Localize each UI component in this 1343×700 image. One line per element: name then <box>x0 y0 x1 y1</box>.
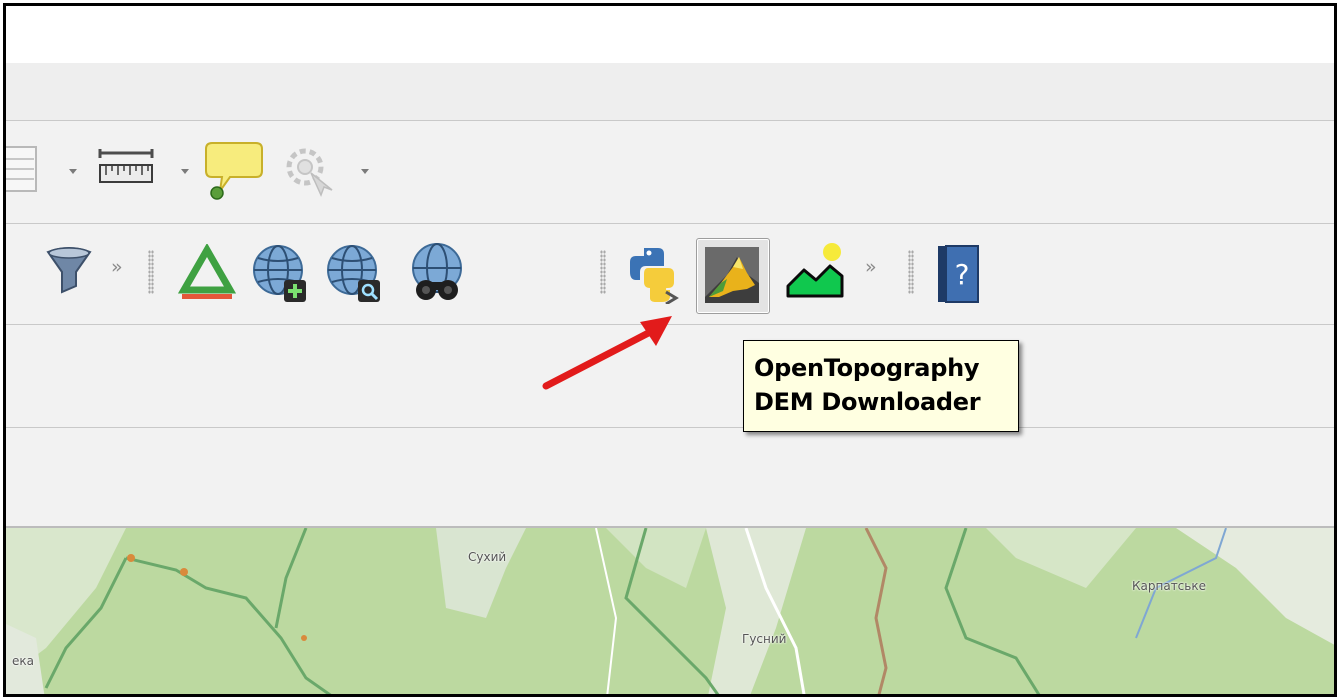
search-binoculars-icon[interactable] <box>406 242 468 308</box>
toolbar-row <box>6 428 1334 528</box>
screenshot-frame: » » ? Сухий Карпатське Гусний ека OpenTo… <box>3 3 1337 697</box>
terrain-profile-icon[interactable] <box>782 240 846 310</box>
map-label-village: Карпатське <box>1132 579 1206 593</box>
tooltip: OpenTopography DEM Downloader <box>743 340 1019 432</box>
title-bar <box>6 6 1334 63</box>
python-console-icon[interactable] <box>626 244 686 308</box>
toolbar-grip-handle[interactable] <box>600 250 606 294</box>
attributes-toolbar <box>6 121 1334 224</box>
toolbar-overflow-chevron[interactable]: » <box>865 256 877 278</box>
help-book-icon[interactable]: ? <box>934 244 980 308</box>
tooltip-line-2: DEM Downloader <box>754 388 981 416</box>
measure-ruler-icon[interactable] <box>98 149 156 193</box>
toolbar-overflow-chevron[interactable]: » <box>111 256 123 278</box>
add-wms-layer-icon[interactable] <box>250 242 312 308</box>
annotation-arrow <box>542 316 672 390</box>
identify-features-icon[interactable] <box>281 143 337 203</box>
digitize-triangle-icon[interactable] <box>177 242 237 306</box>
map-label-village: Гусний <box>742 632 787 646</box>
opentopography-dem-icon[interactable] <box>703 245 761 309</box>
annotation-callout-icon[interactable] <box>202 139 266 207</box>
toolbar-grip-handle[interactable] <box>148 250 154 294</box>
attribute-table-icon[interactable] <box>6 143 42 199</box>
map-label-village: Сухий <box>468 550 507 564</box>
toolbar-grip-handle[interactable] <box>908 250 914 294</box>
map-label-village: ека <box>12 654 34 668</box>
tooltip-line-1: OpenTopography <box>754 354 980 382</box>
filter-funnel-icon[interactable] <box>46 246 92 298</box>
map-canvas[interactable]: Сухий Карпатське Гусний ека <box>6 528 1334 694</box>
chevron-down-icon[interactable] <box>181 169 189 174</box>
zoom-wms-icon[interactable] <box>324 242 386 308</box>
chevron-down-icon[interactable] <box>361 169 369 174</box>
menu-bar <box>6 63 1334 121</box>
svg-text:?: ? <box>955 258 970 291</box>
chevron-down-icon[interactable] <box>69 169 77 174</box>
